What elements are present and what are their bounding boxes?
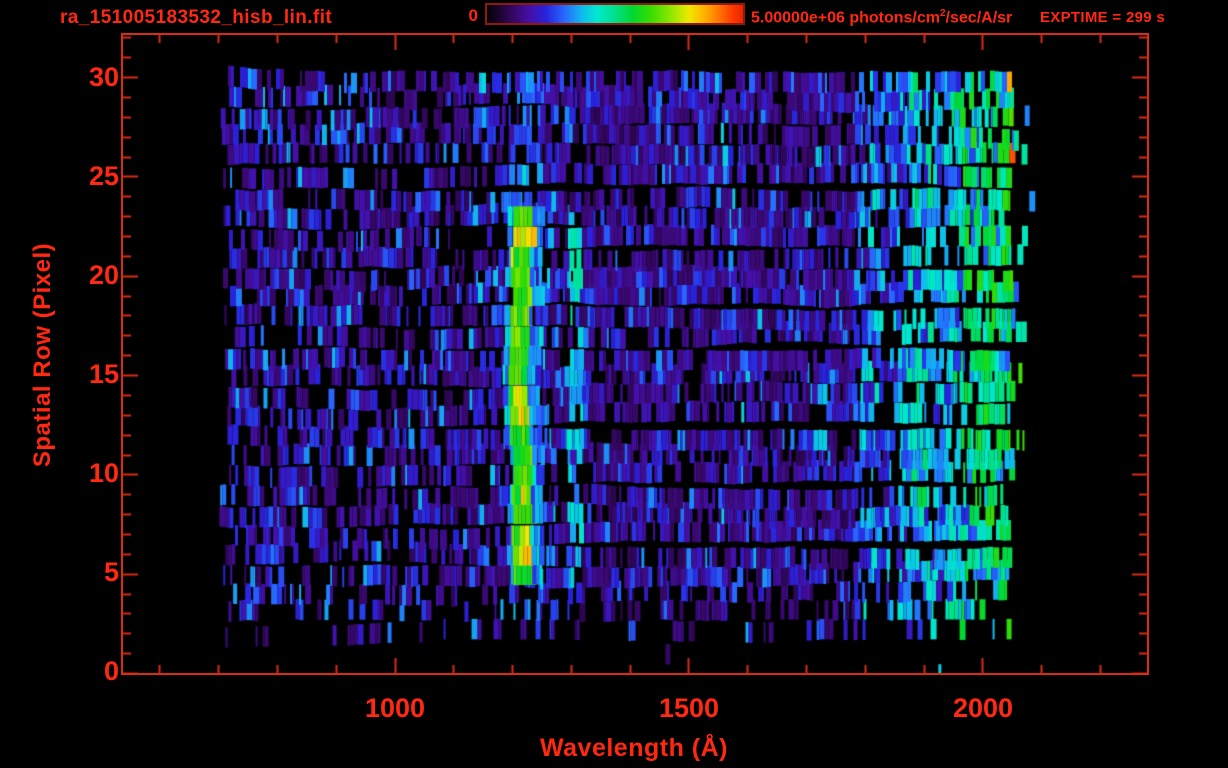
- y-tick-label-20: 20: [88, 260, 119, 290]
- y-tick-label-0: 0: [103, 656, 119, 686]
- colorbar-max-value: 5.00000e+06: [751, 9, 845, 27]
- colorbar-min-label: 0: [468, 6, 478, 25]
- y-tick-label-15: 15: [88, 359, 119, 389]
- colorbar-gradient: [487, 5, 743, 23]
- x-tick-label-2000: 2000: [952, 693, 1014, 723]
- colorbar: [485, 3, 745, 25]
- x-tick-label-1000: 1000: [364, 693, 426, 723]
- colorbar-max-label: 5.00000e+06 photons/cm2/sec/A/sr: [751, 8, 1012, 27]
- plot-frame: [121, 33, 1149, 675]
- y-tick-label-30: 30: [88, 62, 119, 92]
- y-tick-label-25: 25: [88, 161, 119, 191]
- y-tick-label-10: 10: [88, 458, 119, 488]
- window-title: ra_151005183532_hisb_lin.fit: [60, 7, 333, 28]
- x-tick-label-1500: 1500: [658, 693, 720, 723]
- colorbar-units-pre: photons/cm: [844, 9, 940, 27]
- y-tick-label-5: 5: [103, 557, 119, 587]
- x-axis-title: Wavelength (Å): [539, 734, 729, 762]
- spectral-heatmap-canvas: [123, 35, 1147, 673]
- exptime-label: EXPTIME = 299 s: [1040, 9, 1165, 26]
- colorbar-units-post: /sec/A/sr: [945, 9, 1013, 27]
- y-axis-title: Spatial Row (Pixel): [29, 242, 56, 468]
